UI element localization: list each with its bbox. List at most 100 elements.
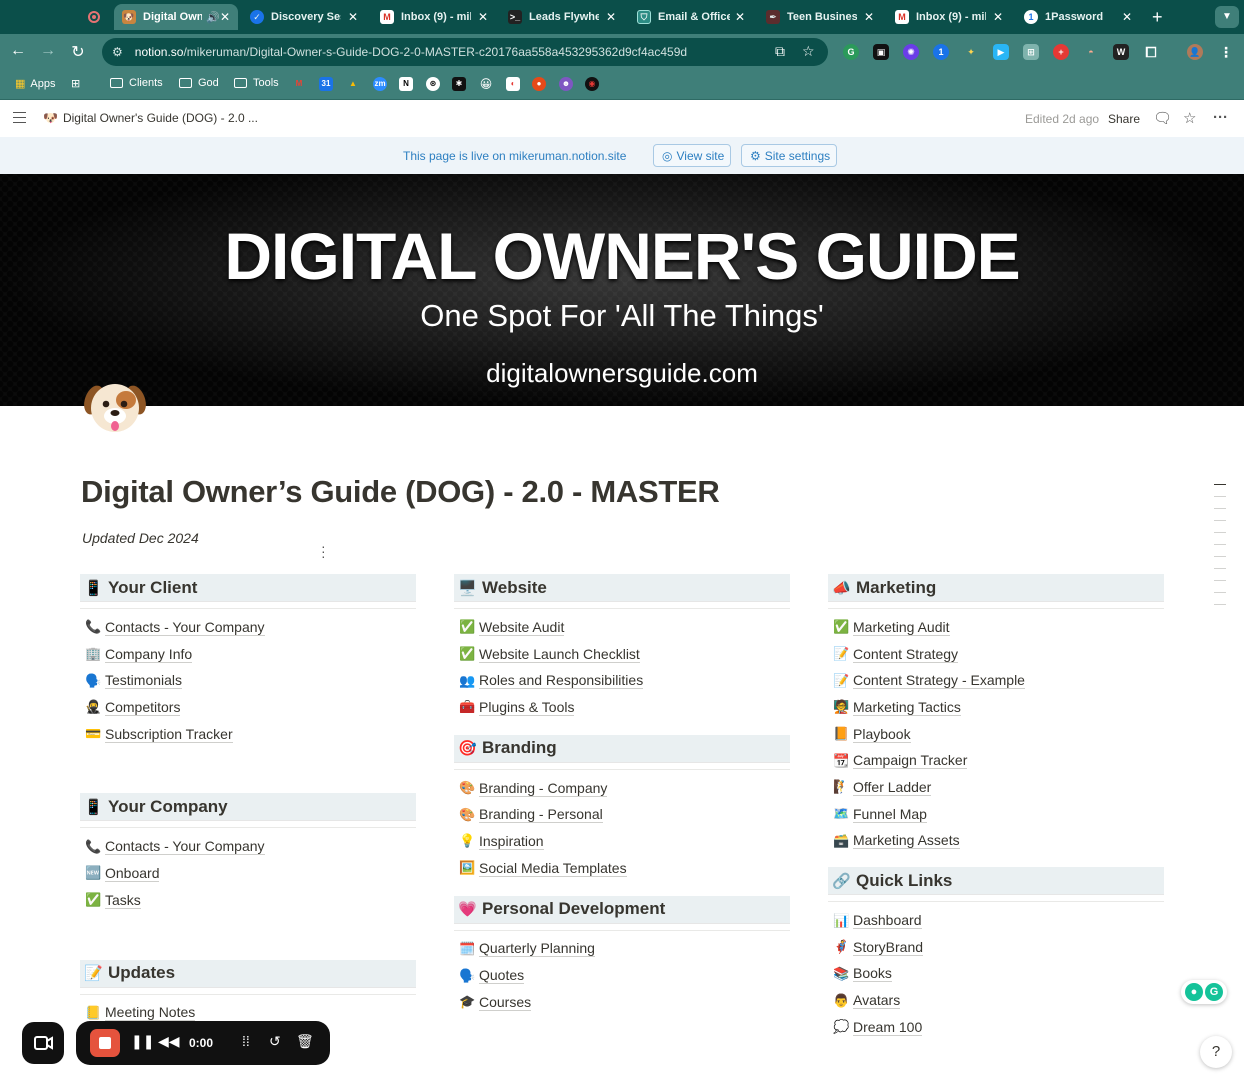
page-link-avatars[interactable]: 👨 Avatars bbox=[828, 987, 1164, 1014]
new-tab-button[interactable]: + bbox=[1152, 7, 1163, 28]
stop-recording-button[interactable] bbox=[90, 1029, 120, 1057]
bookmark-folder-tools[interactable]: Tools bbox=[234, 77, 279, 89]
address-bar[interactable]: ⚙ notion.so/mikeruman/Digital-Owner-s-Gu… bbox=[102, 38, 828, 66]
extension-icon[interactable]: ✺ bbox=[903, 44, 919, 60]
section-heading-personal-development[interactable]: 💗 Personal Development bbox=[454, 895, 790, 924]
camera-toggle-button[interactable] bbox=[22, 1022, 64, 1064]
section-heading-quick-links[interactable]: 🔗 Quick Links bbox=[828, 867, 1164, 896]
section-heading-your-company[interactable]: 📱 Your Company bbox=[80, 793, 416, 822]
section-heading-branding[interactable]: 🎯 Branding bbox=[454, 734, 790, 763]
bookmark-folder-god[interactable]: God bbox=[179, 77, 219, 89]
page-link-competitors[interactable]: 🥷 Competitors bbox=[80, 694, 416, 721]
section-heading-website[interactable]: 🖥️ Website bbox=[454, 574, 790, 602]
help-button[interactable]: ? bbox=[1200, 1036, 1232, 1068]
restart-icon[interactable]: ↺ bbox=[269, 1033, 281, 1050]
page-link-campaign-tracker[interactable]: 📆 Campaign Tracker bbox=[828, 747, 1164, 774]
play-extension-icon[interactable]: ▶ bbox=[993, 44, 1009, 60]
share-button[interactable]: Share bbox=[1108, 112, 1140, 126]
page-link-quotes[interactable]: 🗣️ Quotes bbox=[454, 962, 790, 989]
bookmark-icon[interactable]: ✱ bbox=[452, 77, 466, 91]
close-tab-icon[interactable]: ✕ bbox=[1122, 10, 1132, 24]
reload-icon[interactable]: ↻ bbox=[68, 42, 88, 62]
favorite-star-icon[interactable]: ☆ bbox=[1183, 109, 1196, 127]
page-link-company-info[interactable]: 🏢 Company Info bbox=[80, 641, 416, 668]
page-link-roles-responsibilities[interactable]: 👥 Roles and Responsibilities bbox=[454, 667, 790, 694]
page-link-funnel-map[interactable]: 🗺️ Funnel Map bbox=[828, 801, 1164, 828]
page-link-tasks[interactable]: ✅ Tasks bbox=[80, 887, 416, 914]
bookmark-star-icon[interactable]: ☆ bbox=[802, 43, 815, 60]
page-link-branding-personal[interactable]: 🎨 Branding - Personal bbox=[454, 801, 790, 828]
tab-inbox-2[interactable]: M Inbox (9) - mik ✕ bbox=[887, 4, 1011, 30]
tab-search-chevron-icon[interactable]: ▼ bbox=[1215, 6, 1239, 28]
bookmark-folder-clients[interactable]: Clients bbox=[110, 77, 163, 89]
speaker-icon[interactable]: 🔊 bbox=[206, 11, 220, 24]
rewind-icon[interactable]: ◀◀ bbox=[158, 1033, 180, 1050]
page-link-storybrand[interactable]: 🦸 StoryBrand bbox=[828, 934, 1164, 961]
page-link-testimonials[interactable]: 🗣️ Testimonials bbox=[80, 667, 416, 694]
tab-discovery-session[interactable]: ✓ Discovery Sess ✕ bbox=[242, 4, 366, 30]
page-link-website-launch-checklist[interactable]: ✅ Website Launch Checklist bbox=[454, 641, 790, 668]
tab-digital-owners-guide[interactable]: 🐶 Digital Own 🔊 ✕ bbox=[114, 4, 238, 30]
extensions-puzzle-icon[interactable]: ⧠ bbox=[1143, 44, 1159, 60]
page-link-playbook[interactable]: 📙 Playbook bbox=[828, 721, 1164, 748]
page-link-marketing-tactics[interactable]: 🧑‍🏫 Marketing Tactics bbox=[828, 694, 1164, 721]
calendar-bookmark-icon[interactable]: 31 bbox=[319, 77, 333, 91]
page-link-social-media-templates[interactable]: 🖼️ Social Media Templates bbox=[454, 855, 790, 882]
tab-leads-flywheel[interactable]: >_ Leads Flywhee ✕ bbox=[500, 4, 624, 30]
close-tab-icon[interactable]: ✕ bbox=[993, 10, 1003, 24]
block-drag-handle-icon[interactable]: · · · bbox=[321, 539, 326, 563]
tab-inbox[interactable]: M Inbox (9) - mik ✕ bbox=[372, 4, 496, 30]
close-tab-icon[interactable]: ✕ bbox=[478, 10, 488, 24]
page-link-books[interactable]: 📚 Books bbox=[828, 961, 1164, 988]
site-info-icon[interactable]: ⚙ bbox=[112, 45, 123, 59]
chatgpt-bookmark-icon[interactable]: ⊛ bbox=[426, 77, 440, 91]
page-link-content-strategy[interactable]: 📝 Content Strategy bbox=[828, 641, 1164, 668]
bookmark-icon[interactable]: ◐ bbox=[506, 77, 520, 91]
grammarly-badge[interactable]: ● G bbox=[1181, 980, 1227, 1004]
page-link-quarterly-planning[interactable]: 🗓️ Quarterly Planning bbox=[454, 936, 790, 963]
site-settings-button[interactable]: ⚙ Site settings bbox=[741, 144, 838, 167]
page-link-marketing-audit[interactable]: ✅ Marketing Audit bbox=[828, 614, 1164, 641]
back-arrow-icon[interactable]: ← bbox=[8, 42, 28, 60]
page-link-content-strategy-example[interactable]: 📝 Content Strategy - Example bbox=[828, 667, 1164, 694]
page-link-dashboard[interactable]: 📊 Dashboard bbox=[828, 907, 1164, 934]
extension-icon[interactable]: ⊞ bbox=[1023, 44, 1039, 60]
forward-arrow-icon[interactable]: → bbox=[38, 42, 58, 60]
tab-email-office[interactable]: ⛉ Email & Office ✕ bbox=[629, 4, 753, 30]
section-heading-marketing[interactable]: 📣 Marketing bbox=[828, 574, 1164, 602]
grid-dots-icon[interactable]: ⁞⁞ bbox=[242, 1033, 250, 1049]
more-options-icon[interactable]: ··· bbox=[1213, 109, 1228, 126]
tab-teen-business[interactable]: ✒ Teen Business ✕ bbox=[758, 4, 882, 30]
page-link-subscription-tracker[interactable]: 💳 Subscription Tracker bbox=[80, 721, 416, 748]
extension-icon[interactable]: + bbox=[1053, 44, 1069, 60]
page-link-marketing-assets[interactable]: 🗃️ Marketing Assets bbox=[828, 828, 1164, 855]
bookmark-icon[interactable]: ☻ bbox=[559, 77, 573, 91]
page-link-branding-company[interactable]: 🎨 Branding - Company bbox=[454, 775, 790, 802]
close-tab-icon[interactable]: ✕ bbox=[606, 10, 616, 24]
page-link-dream-100[interactable]: 💭 Dream 100 bbox=[828, 1014, 1164, 1041]
zoom-bookmark-icon[interactable]: zm bbox=[373, 77, 387, 91]
page-link-website-audit[interactable]: ✅ Website Audit bbox=[454, 614, 790, 641]
profile-avatar[interactable]: 👤 bbox=[1187, 44, 1203, 60]
breadcrumb[interactable]: 🐶 Digital Owner's Guide (DOG) - 2.0 ... bbox=[43, 111, 258, 125]
pause-icon[interactable]: ❚❚ bbox=[131, 1033, 154, 1050]
updated-text[interactable]: Updated Dec 2024 bbox=[82, 530, 199, 546]
bookmark-icon[interactable]: ● bbox=[532, 77, 546, 91]
close-tab-icon[interactable]: ✕ bbox=[735, 10, 745, 24]
extension-icon[interactable]: ◓ bbox=[1083, 44, 1099, 60]
page-link-contacts-company[interactable]: 📞 Contacts - Your Company bbox=[80, 833, 416, 860]
browser-menu-icon[interactable]: ⋮ bbox=[1218, 44, 1234, 60]
open-in-app-icon[interactable]: ⧉ bbox=[775, 43, 785, 60]
drive-bookmark-icon[interactable]: ▲ bbox=[346, 77, 360, 91]
table-of-contents-rail[interactable] bbox=[1214, 484, 1226, 616]
extension-icon[interactable]: ▣ bbox=[873, 44, 889, 60]
page-link-onboard[interactable]: 🆕 Onboard bbox=[80, 860, 416, 887]
notion-bookmark-icon[interactable]: N bbox=[399, 77, 413, 91]
close-tab-icon[interactable]: ✕ bbox=[348, 10, 358, 24]
grammarly-extension-icon[interactable]: G bbox=[843, 44, 859, 60]
section-heading-updates[interactable]: 📝 Updates bbox=[80, 959, 416, 988]
sidebar-menu-icon[interactable] bbox=[13, 112, 26, 123]
close-tab-icon[interactable]: ✕ bbox=[864, 10, 874, 24]
smiley-bookmark-icon[interactable]: 😀 bbox=[479, 77, 493, 91]
comments-icon[interactable]: 🗨 bbox=[1153, 109, 1172, 127]
